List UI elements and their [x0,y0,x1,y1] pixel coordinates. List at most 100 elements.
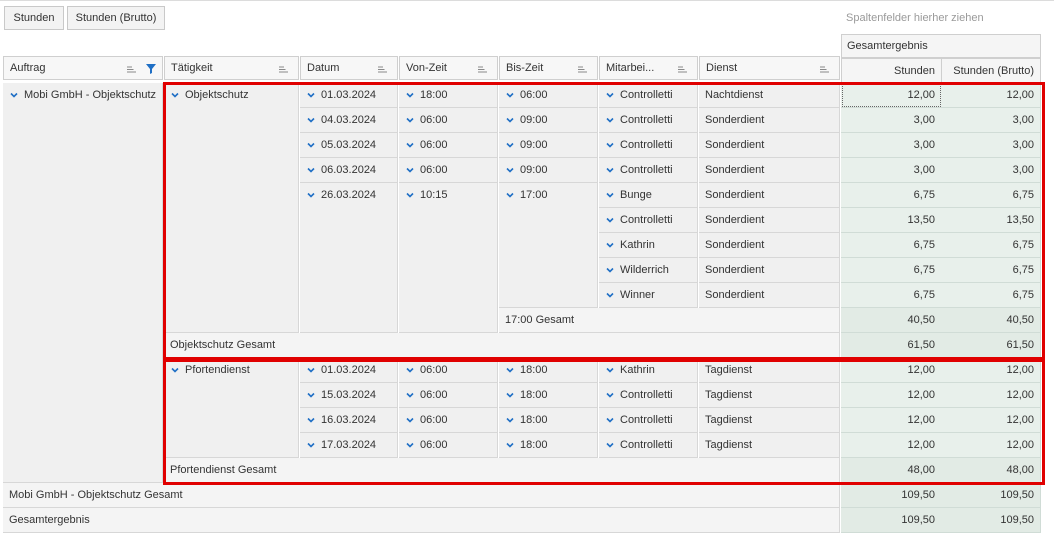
mitarbeiter-cell[interactable]: Controlletti [599,208,698,233]
chevron-down-icon[interactable] [505,440,515,450]
value-cell-stunden-brutto[interactable]: 61,50 [941,333,1041,358]
chevron-down-icon[interactable] [405,115,415,125]
chevron-down-icon[interactable] [605,290,615,300]
chevron-down-icon[interactable] [505,165,515,175]
chevron-down-icon[interactable] [605,415,615,425]
chevron-down-icon[interactable] [605,240,615,250]
value-cell-stunden-brutto[interactable]: 6,75 [941,283,1041,308]
value-cell-stunden[interactable]: 109,50 [841,483,942,508]
chevron-down-icon[interactable] [170,90,180,100]
chevron-down-icon[interactable] [605,115,615,125]
chevron-down-icon[interactable] [405,415,415,425]
bis-zeit-cell[interactable]: 18:00 [499,433,598,458]
value-cell-stunden-brutto[interactable]: 12,00 [941,383,1041,408]
datum-cell[interactable]: 04.03.2024 [300,108,398,133]
von-zeit-cell[interactable]: 06:00 [399,133,498,158]
value-cell-stunden-brutto[interactable]: 3,00 [941,133,1041,158]
value-cell-stunden[interactable]: 6,75 [841,258,942,283]
chevron-down-icon[interactable] [605,440,615,450]
chevron-down-icon[interactable] [306,165,316,175]
chevron-down-icon[interactable] [505,90,515,100]
von-zeit-cell[interactable]: 18:00 [399,83,498,108]
value-cell-stunden-brutto[interactable]: 6,75 [941,183,1041,208]
chevron-down-icon[interactable] [9,90,19,100]
value-cell-stunden-brutto[interactable]: 6,75 [941,258,1041,283]
value-cell-stunden[interactable]: 6,75 [841,233,942,258]
chevron-down-icon[interactable] [306,390,316,400]
chevron-down-icon[interactable] [306,90,316,100]
sort-icon[interactable] [279,65,288,73]
sort-icon[interactable] [478,65,487,73]
sort-icon[interactable] [678,65,687,73]
sort-icon[interactable] [578,65,587,73]
value-cell-stunden[interactable]: 12,00 [841,83,942,108]
value-cell-stunden-brutto[interactable]: 48,00 [941,458,1041,483]
chevron-down-icon[interactable] [505,390,515,400]
chevron-down-icon[interactable] [505,140,515,150]
bis-zeit-cell[interactable]: 09:00 [499,133,598,158]
chevron-down-icon[interactable] [405,390,415,400]
chevron-down-icon[interactable] [405,165,415,175]
bis-zeit-cell[interactable]: 06:00 [499,83,598,108]
mitarbeiter-cell[interactable]: Kathrin [599,233,698,258]
chevron-down-icon[interactable] [306,415,316,425]
value-cell-stunden-brutto[interactable]: 109,50 [941,483,1041,508]
von-zeit-cell[interactable]: 06:00 [399,158,498,183]
value-cell-stunden-brutto[interactable]: 6,75 [941,233,1041,258]
chevron-down-icon[interactable] [605,165,615,175]
bis-zeit-cell[interactable]: 17:00 [499,183,598,308]
mitarbeiter-cell[interactable]: Winner [599,283,698,308]
chevron-down-icon[interactable] [405,440,415,450]
value-cell-stunden[interactable]: 12,00 [841,433,942,458]
chevron-down-icon[interactable] [405,190,415,200]
data-field-chip-stunden-brutto[interactable]: Stunden (Brutto) [67,6,165,30]
mitarbeiter-cell[interactable]: Kathrin [599,358,698,383]
value-cell-stunden-brutto[interactable]: 40,50 [941,308,1041,333]
chevron-down-icon[interactable] [306,140,316,150]
chevron-down-icon[interactable] [605,140,615,150]
value-cell-stunden[interactable]: 48,00 [841,458,942,483]
row-group-objektschutz[interactable]: Objektschutz [164,83,299,333]
row-header-dienst[interactable]: Dienst [699,56,840,80]
chevron-down-icon[interactable] [605,90,615,100]
value-cell-stunden-brutto[interactable]: 12,00 [941,433,1041,458]
chevron-down-icon[interactable] [505,115,515,125]
value-cell-stunden-brutto[interactable]: 109,50 [941,508,1041,533]
value-cell-stunden-brutto[interactable]: 12,00 [941,358,1041,383]
row-header-datum[interactable]: Datum [300,56,398,80]
chevron-down-icon[interactable] [505,365,515,375]
chevron-down-icon[interactable] [605,365,615,375]
row-header-auftrag[interactable]: Auftrag [3,56,163,80]
chevron-down-icon[interactable] [306,115,316,125]
chevron-down-icon[interactable] [306,365,316,375]
row-header-taetigkeit[interactable]: Tätigkeit [164,56,299,80]
datum-cell[interactable]: 15.03.2024 [300,383,398,408]
value-cell-stunden-brutto[interactable]: 12,00 [941,83,1041,108]
von-zeit-cell[interactable]: 10:15 [399,183,498,333]
value-cell-stunden[interactable]: 6,75 [841,283,942,308]
datum-cell[interactable]: 05.03.2024 [300,133,398,158]
bis-zeit-cell[interactable]: 09:00 [499,158,598,183]
chevron-down-icon[interactable] [505,190,515,200]
chevron-down-icon[interactable] [306,190,316,200]
datum-cell[interactable]: 01.03.2024 [300,83,398,108]
value-cell-stunden[interactable]: 12,00 [841,408,942,433]
value-cell-stunden-brutto[interactable]: 3,00 [941,158,1041,183]
von-zeit-cell[interactable]: 06:00 [399,408,498,433]
mitarbeiter-cell[interactable]: Bunge [599,183,698,208]
column-header-stunden-brutto[interactable]: Stunden (Brutto) [941,58,1041,83]
sort-icon[interactable] [127,65,136,73]
row-header-mitarbeiter[interactable]: Mitarbei... [599,56,698,80]
von-zeit-cell[interactable]: 06:00 [399,433,498,458]
chevron-down-icon[interactable] [405,90,415,100]
value-cell-stunden[interactable]: 40,50 [841,308,942,333]
filter-icon[interactable] [146,64,156,77]
chevron-down-icon[interactable] [306,440,316,450]
chevron-down-icon[interactable] [605,215,615,225]
bis-zeit-cell[interactable]: 09:00 [499,108,598,133]
column-header-stunden[interactable]: Stunden [841,58,942,83]
column-drop-hint[interactable]: Spaltenfelder hierher ziehen [846,12,984,24]
bis-zeit-cell[interactable]: 18:00 [499,358,598,383]
value-cell-stunden-brutto[interactable]: 12,00 [941,408,1041,433]
chevron-down-icon[interactable] [605,190,615,200]
